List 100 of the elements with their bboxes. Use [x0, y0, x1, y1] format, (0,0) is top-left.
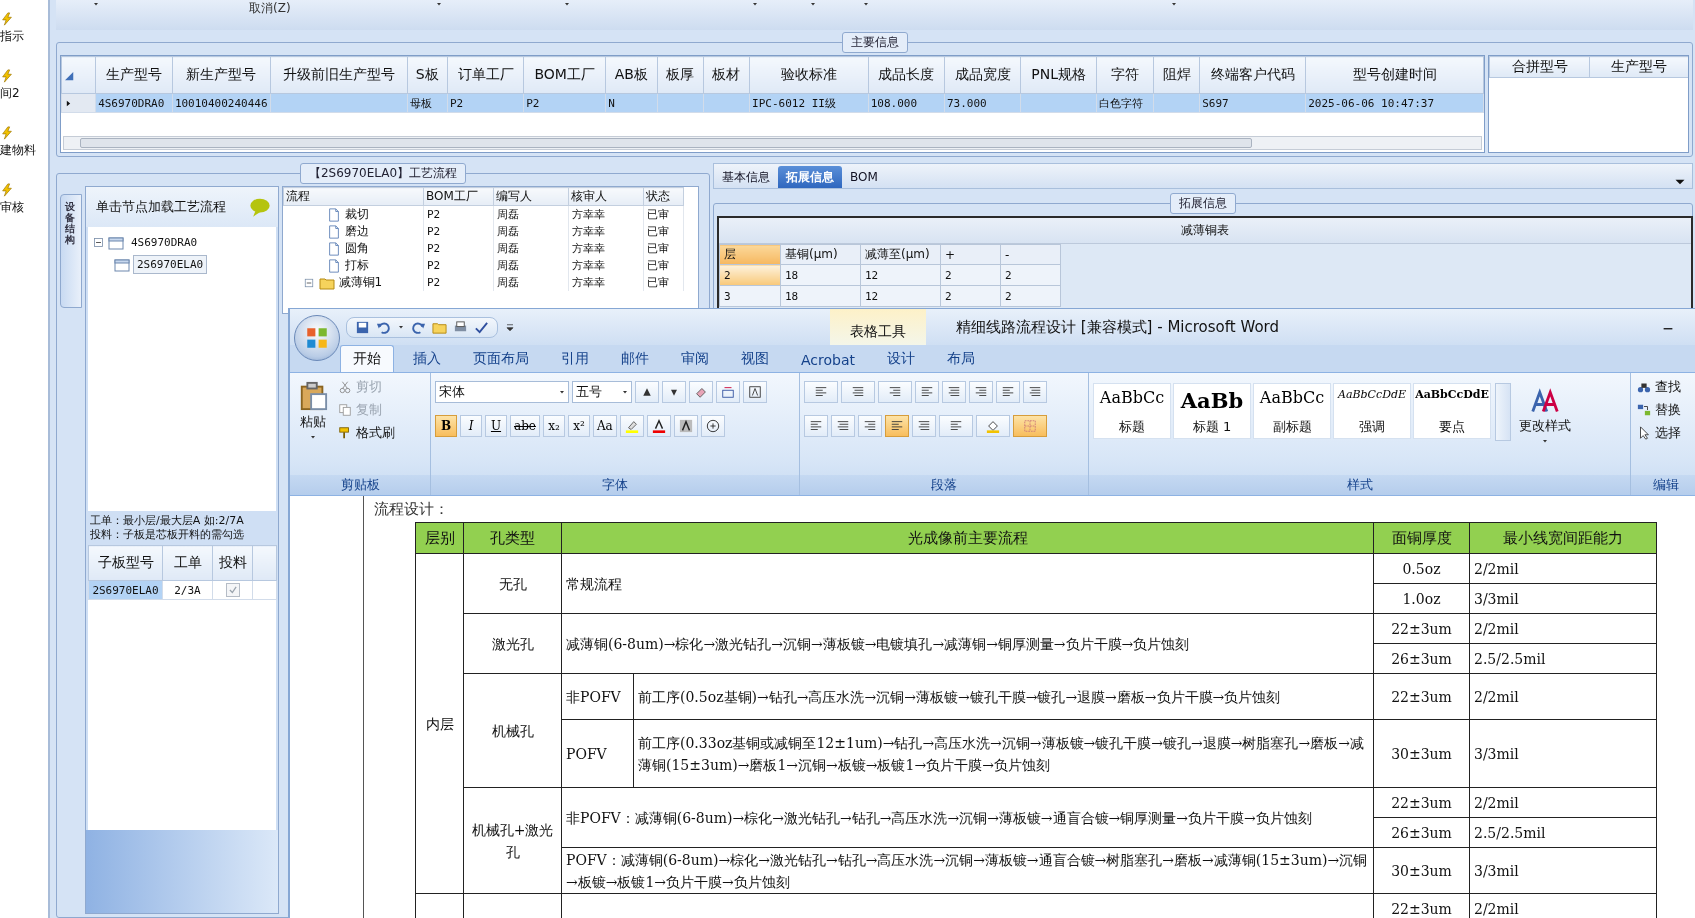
font-color-button[interactable] — [646, 415, 671, 437]
grid-row[interactable]: 打标 P2 周磊 方幸幸 已审 — [283, 257, 684, 274]
font-name-field[interactable]: 宋体 — [435, 381, 569, 403]
ribbon-tab[interactable]: Acrobat — [788, 347, 868, 372]
editing-button[interactable]: 查找 — [1635, 377, 1683, 397]
sidebar-item[interactable]: 审核 — [0, 199, 24, 216]
column-header[interactable]: 层 — [719, 244, 781, 265]
ribbon-tab[interactable]: 引用 — [548, 345, 602, 372]
cancel-button[interactable]: 取消(Z) — [245, 0, 295, 17]
column-header[interactable]: 阻焊 — [1153, 56, 1200, 94]
ribbon-tab[interactable]: 视图 — [728, 345, 782, 372]
format-button[interactable]: I — [460, 415, 482, 437]
column-header[interactable]: 投料 — [212, 545, 253, 581]
format-button[interactable]: x² — [567, 415, 590, 437]
column-header[interactable]: 生产型号 — [1589, 56, 1688, 78]
column-header[interactable]: 板厚 — [657, 56, 704, 94]
phonetic-button[interactable] — [716, 381, 740, 403]
column-header[interactable]: 升级前旧生产型号 — [270, 56, 408, 94]
column-header[interactable]: 状态 — [643, 187, 684, 206]
paragraph-button[interactable] — [915, 381, 939, 403]
style-tile[interactable]: AaBbCc 标题 — [1093, 383, 1171, 439]
editing-button[interactable]: 替换 — [1635, 400, 1683, 420]
paragraph-button[interactable] — [942, 381, 966, 403]
column-header[interactable]: 流程 — [283, 187, 424, 206]
office-button[interactable] — [294, 315, 340, 361]
enclose-button[interactable] — [700, 415, 725, 437]
column-header[interactable]: 型号创建时间 — [1305, 56, 1484, 94]
fill-button[interactable] — [976, 415, 1010, 437]
column-header[interactable]: 基铜(μm) — [780, 244, 861, 265]
ribbon-tab[interactable]: 设计 — [874, 345, 928, 372]
column-header[interactable]: + — [940, 244, 1001, 265]
shrink-font-button[interactable] — [662, 381, 686, 403]
caret-icon[interactable] — [562, 0, 571, 8]
paragraph-button[interactable] — [804, 381, 838, 403]
paragraph-button[interactable] — [878, 381, 912, 403]
scrollbar[interactable] — [63, 136, 1483, 150]
grid-row[interactable]: 裁切 P2 周磊 方幸幸 已审 — [283, 205, 684, 223]
tree-node[interactable]: 2S6970ELA0 — [133, 255, 208, 274]
caret-icon[interactable] — [1169, 0, 1178, 8]
column-header[interactable]: 验收标准 — [749, 56, 869, 94]
column-header[interactable]: 板材 — [703, 56, 750, 94]
column-header[interactable]: S板 — [407, 56, 448, 94]
customize-icon[interactable] — [504, 321, 516, 333]
grid-row[interactable]: 减薄铜1 P2 周磊 方幸幸 已审 — [283, 274, 684, 291]
paragraph-button[interactable] — [1023, 381, 1047, 403]
grid-row[interactable]: 圆角 P2 周磊 方幸幸 已审 — [283, 240, 684, 257]
caret-icon[interactable] — [92, 0, 100, 8]
ribbon-tab[interactable]: 邮件 — [608, 345, 662, 372]
style-tile[interactable]: AaBbCcDdE 要点 — [1413, 383, 1491, 439]
table-cell[interactable]: 3 — [719, 285, 781, 307]
column-header[interactable]: BOM工厂 — [423, 187, 494, 206]
caret-icon[interactable] — [861, 0, 870, 8]
tab[interactable]: BOM — [842, 166, 886, 188]
ribbon-tab[interactable]: 插入 — [400, 345, 454, 372]
caret-icon[interactable] — [397, 323, 405, 331]
editing-button[interactable]: 选择 — [1635, 423, 1683, 443]
column-header[interactable]: 成品长度 — [868, 56, 945, 94]
clipboard-action[interactable]: 格式刷 — [336, 423, 397, 443]
column-header[interactable]: 字符 — [1096, 56, 1154, 94]
grow-font-button[interactable] — [635, 381, 659, 403]
tab[interactable]: 基本信息 — [714, 166, 778, 188]
collapse-icon[interactable] — [92, 236, 105, 249]
column-header[interactable]: 成品宽度 — [944, 56, 1021, 94]
style-tile[interactable]: AaBbCcDdE 强调 — [1333, 383, 1411, 439]
line-spacing-button[interactable] — [939, 415, 973, 437]
grid-row[interactable]: 4S6970DRA0 10010400240446 母板 P2 P2 N IPC-6012 II级 108.000 73.000 白色字符 S697 2025-06-06 10:47:37 — [61, 93, 1484, 113]
column-header[interactable]: 终端客户代码 — [1199, 56, 1306, 94]
ribbon-tab[interactable]: 开始 — [340, 345, 394, 372]
side-tab[interactable]: 设备结构 — [60, 194, 82, 308]
column-header[interactable]: 编写人 — [493, 187, 569, 206]
tree-node[interactable]: 4S6970DRA0 — [127, 233, 202, 252]
paragraph-button[interactable] — [996, 381, 1020, 403]
sidebar-item[interactable]: 指示 — [0, 28, 24, 45]
column-header[interactable]: 减薄至(μm) — [860, 244, 941, 265]
format-button[interactable]: B — [435, 415, 457, 437]
align-button[interactable] — [885, 415, 909, 437]
column-header[interactable]: 工单 — [162, 545, 213, 581]
table-cell[interactable]: 2 — [719, 264, 781, 286]
spellcheck-icon[interactable] — [474, 319, 489, 335]
column-header[interactable]: PNL规格 — [1020, 56, 1097, 94]
border-button[interactable] — [743, 381, 767, 403]
column-header[interactable]: 合拼型号 — [1489, 56, 1590, 78]
column-header[interactable]: BOM工厂 — [523, 56, 606, 94]
column-header[interactable]: 生产型号 — [95, 56, 173, 94]
align-button[interactable] — [804, 415, 828, 437]
column-header[interactable]: 子板型号 — [88, 545, 163, 581]
font-size-field[interactable]: 五号 — [572, 381, 632, 403]
grid-row[interactable]: 磨边 P2 周磊 方幸幸 已审 — [283, 223, 684, 240]
column-header[interactable]: AB板 — [605, 56, 658, 94]
format-button[interactable]: abe — [510, 415, 540, 437]
paragraph-button[interactable] — [841, 381, 875, 403]
style-tile[interactable]: AaBb 标题 1 — [1173, 383, 1251, 439]
change-styles-button[interactable]: 更改样式 — [1515, 383, 1575, 449]
caret-icon[interactable] — [434, 0, 443, 8]
checkbox[interactable] — [225, 583, 240, 597]
caret-icon[interactable] — [808, 0, 817, 8]
sidebar-item[interactable]: 间2 — [0, 85, 20, 102]
sidebar-item[interactable]: 建物料 — [0, 142, 36, 159]
caret-icon[interactable] — [750, 0, 759, 8]
paste-button[interactable]: 粘贴 — [294, 377, 332, 445]
